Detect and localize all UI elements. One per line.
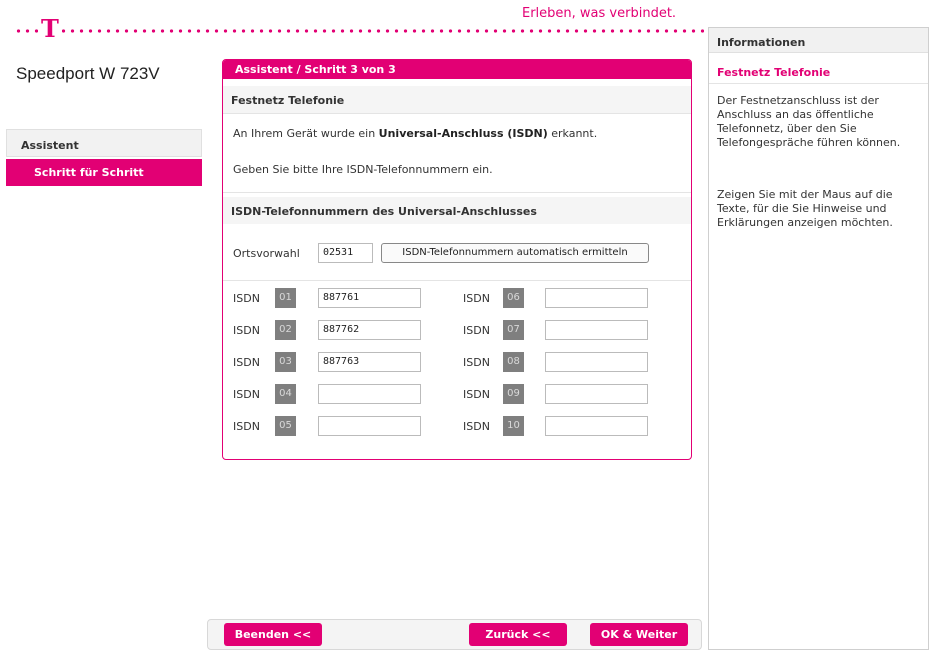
isdn-input-04[interactable] <box>318 384 421 404</box>
isdn-label: ISDN <box>463 356 490 369</box>
info-paragraph-1: Der Festnetzanschluss ist der Anschluss … <box>717 94 901 149</box>
isdn-number-05: 05 <box>275 416 296 436</box>
isdn-input-10[interactable] <box>545 416 648 436</box>
divider <box>223 280 691 281</box>
area-code-input[interactable]: 02531 <box>318 243 373 263</box>
detection-text-pre: An Ihrem Gerät wurde ein <box>233 127 379 140</box>
telekom-logo: T <box>38 17 62 41</box>
info-panel: Informationen Festnetz Telefonie Der Fes… <box>708 27 929 650</box>
section-title-isdn: ISDN-Telefonnummern des Universal-Anschl… <box>223 197 691 224</box>
instruction-text: Geben Sie bitte Ihre ISDN-Telefonnummern… <box>233 163 493 176</box>
isdn-label: ISDN <box>233 324 260 337</box>
isdn-label: ISDN <box>233 356 260 369</box>
brand-dot-line <box>14 29 704 33</box>
isdn-label: ISDN <box>233 292 260 305</box>
brand-tagline: Erleben, was verbindet. <box>522 6 677 21</box>
isdn-input-05[interactable] <box>318 416 421 436</box>
isdn-number-07: 07 <box>503 320 524 340</box>
isdn-input-01[interactable]: 887761 <box>318 288 421 308</box>
isdn-number-01: 01 <box>275 288 296 308</box>
wizard-panel: Assistent / Schritt 3 von 3 Festnetz Tel… <box>222 59 692 460</box>
info-subheading: Festnetz Telefonie <box>717 66 831 79</box>
ok-next-button[interactable]: OK & Weiter <box>590 623 688 646</box>
isdn-number-09: 09 <box>503 384 524 404</box>
detection-text: An Ihrem Gerät wurde ein Universal-Ansch… <box>233 127 597 140</box>
area-code-label: Ortsvorwahl <box>233 247 300 260</box>
isdn-number-08: 08 <box>503 352 524 372</box>
isdn-label: ISDN <box>463 420 490 433</box>
isdn-label: ISDN <box>463 388 490 401</box>
isdn-label: ISDN <box>463 324 490 337</box>
isdn-label: ISDN <box>233 388 260 401</box>
divider <box>709 83 928 84</box>
isdn-input-03[interactable]: 887763 <box>318 352 421 372</box>
isdn-number-04: 04 <box>275 384 296 404</box>
isdn-number-03: 03 <box>275 352 296 372</box>
isdn-input-09[interactable] <box>545 384 648 404</box>
isdn-label: ISDN <box>233 420 260 433</box>
quit-button[interactable]: Beenden << <box>224 623 322 646</box>
auto-detect-button[interactable]: ISDN-Telefonnummern automatisch ermittel… <box>381 243 649 263</box>
isdn-input-08[interactable] <box>545 352 648 372</box>
isdn-label: ISDN <box>463 292 490 305</box>
isdn-number-06: 06 <box>503 288 524 308</box>
isdn-input-06[interactable] <box>545 288 648 308</box>
back-button[interactable]: Zurück << <box>469 623 567 646</box>
divider <box>223 113 691 114</box>
info-heading: Informationen <box>709 28 928 53</box>
info-paragraph-2: Zeigen Sie mit der Maus auf die Texte, f… <box>717 188 893 229</box>
isdn-number-10: 10 <box>503 416 524 436</box>
detection-text-bold: Universal-Anschluss (ISDN) <box>378 127 548 140</box>
section-title-fixed-line: Festnetz Telefonie <box>223 86 691 113</box>
isdn-input-07[interactable] <box>545 320 648 340</box>
divider <box>223 192 691 193</box>
isdn-number-02: 02 <box>275 320 296 340</box>
panel-title: Assistent / Schritt 3 von 3 <box>223 60 691 79</box>
sidebar-item-step-by-step[interactable]: Schritt für Schritt <box>6 159 202 186</box>
sidebar-heading[interactable]: Assistent <box>6 129 202 157</box>
product-name: Speedport W 723V <box>16 64 160 83</box>
isdn-input-02[interactable]: 887762 <box>318 320 421 340</box>
detection-text-post: erkannt. <box>547 127 598 140</box>
